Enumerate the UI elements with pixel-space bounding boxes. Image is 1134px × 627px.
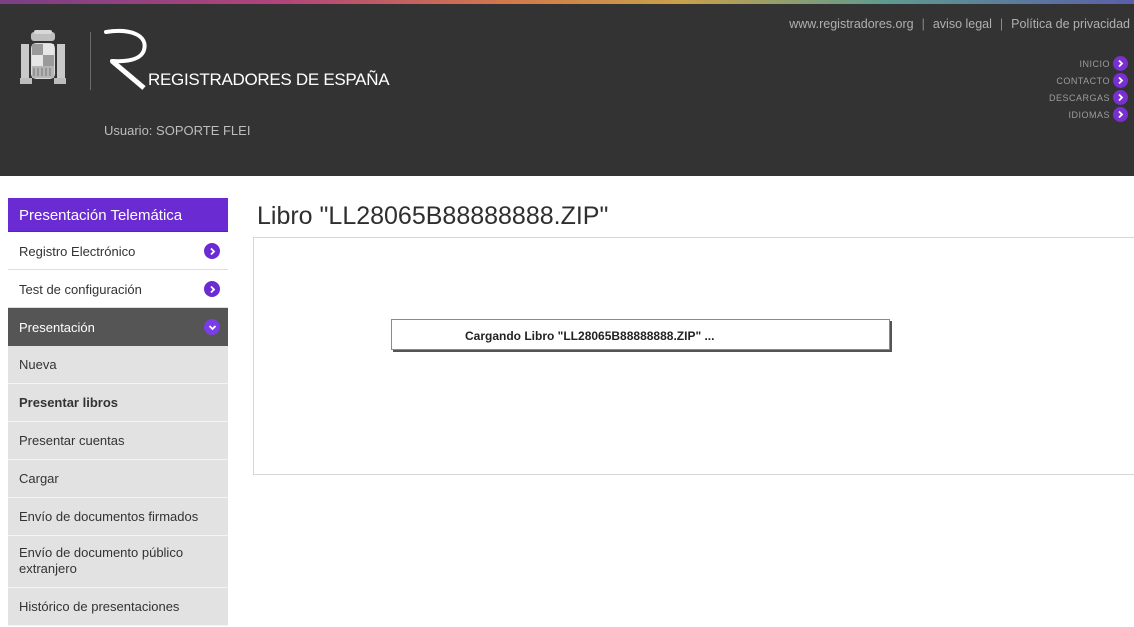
subitem-envio-documentos-firmados[interactable]: Envío de documentos firmados bbox=[8, 498, 228, 536]
top-links: www.registradores.org | aviso legal | Po… bbox=[789, 17, 1130, 31]
coat-of-arms-icon bbox=[20, 30, 66, 84]
subitem-cargar[interactable]: Cargar bbox=[8, 460, 228, 498]
subitem-nueva[interactable]: Nueva bbox=[8, 346, 228, 384]
content-panel bbox=[253, 237, 1134, 475]
chevron-right-icon bbox=[1113, 90, 1128, 105]
sidebar-title[interactable]: Presentación Telemática bbox=[8, 198, 228, 232]
header-divider bbox=[90, 32, 91, 90]
link-registradores-org[interactable]: www.registradores.org bbox=[789, 17, 913, 31]
page-title: Libro "LL28065B88888888.ZIP" bbox=[257, 202, 609, 230]
brand-name: REGISTRADORES DE ESPAÑA bbox=[148, 70, 390, 89]
sidebar-item-label: Presentación bbox=[19, 320, 95, 335]
quick-nav: INICIO CONTACTO DESCARGAS IDIOMAS bbox=[1049, 56, 1128, 122]
separator: | bbox=[921, 17, 925, 31]
sidebar: Presentación Telemática Registro Electró… bbox=[8, 198, 228, 626]
loading-text: Cargando Libro "LL28065B88888888.ZIP" ..… bbox=[465, 329, 715, 343]
loading-dialog: Cargando Libro "LL28065B88888888.ZIP" ..… bbox=[391, 319, 890, 350]
nav-descargas-label: DESCARGAS bbox=[1048, 92, 1110, 103]
link-privacidad[interactable]: Política de privacidad bbox=[1011, 17, 1130, 31]
chevron-down-icon bbox=[204, 319, 220, 335]
chevron-right-icon bbox=[1113, 73, 1128, 88]
sidebar-item-registro-electronico[interactable]: Registro Electrónico bbox=[8, 232, 228, 270]
user-info: Usuario: SOPORTE FLEI bbox=[104, 123, 250, 138]
chevron-right-icon bbox=[1113, 56, 1128, 71]
subitem-envio-documento-extranjero[interactable]: Envío de documento público extranjero bbox=[8, 536, 228, 588]
sidebar-item-label: Test de configuración bbox=[19, 282, 142, 297]
subitem-historico-presentaciones[interactable]: Histórico de presentaciones bbox=[8, 588, 228, 626]
nav-descargas[interactable]: DESCARGAS bbox=[1049, 90, 1128, 105]
user-label: Usuario: bbox=[104, 123, 153, 138]
registradores-logo bbox=[104, 29, 147, 90]
nav-contacto[interactable]: CONTACTO bbox=[1056, 73, 1128, 88]
nav-contacto-label: CONTACTO bbox=[1056, 75, 1110, 86]
chevron-right-icon bbox=[204, 281, 220, 297]
separator: | bbox=[999, 17, 1004, 31]
nav-inicio-label: INICIO bbox=[1079, 58, 1110, 69]
sidebar-item-label: Registro Electrónico bbox=[19, 244, 136, 259]
chevron-right-icon bbox=[204, 243, 220, 259]
nav-idiomas[interactable]: IDIOMAS bbox=[1068, 107, 1128, 122]
subitem-presentar-libros[interactable]: Presentar libros bbox=[8, 384, 228, 422]
nav-inicio[interactable]: INICIO bbox=[1079, 56, 1128, 71]
header: REGISTRADORES DE ESPAÑA Usuario: SOPORTE… bbox=[0, 4, 1134, 176]
link-aviso-legal[interactable]: aviso legal bbox=[933, 17, 992, 31]
chevron-right-icon bbox=[1113, 107, 1128, 122]
subitem-presentar-cuentas[interactable]: Presentar cuentas bbox=[8, 422, 228, 460]
sidebar-item-test-configuracion[interactable]: Test de configuración bbox=[8, 270, 228, 308]
sidebar-item-presentacion[interactable]: Presentación bbox=[8, 308, 228, 346]
nav-idiomas-label: IDIOMAS bbox=[1068, 109, 1110, 120]
user-name: SOPORTE FLEI bbox=[156, 123, 251, 138]
